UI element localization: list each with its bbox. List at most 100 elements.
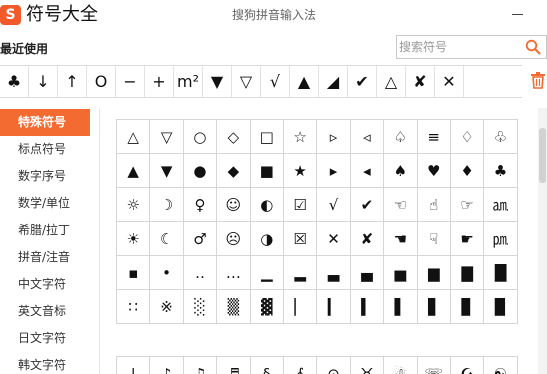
symbol-cell[interactable]: ≡ (417, 120, 451, 154)
sidebar-item[interactable]: 数学/单位 (0, 190, 99, 217)
recent-symbol[interactable]: ♣ (0, 66, 29, 97)
recent-symbol[interactable]: △ (377, 66, 406, 97)
symbol-cell[interactable]: ▹ (317, 120, 351, 154)
sidebar-item[interactable]: 中文字符 (0, 271, 99, 298)
symbol-cell[interactable]: ↓ (117, 357, 151, 374)
symbol-cell[interactable]: ♤ (384, 120, 418, 154)
symbol-cell[interactable]: ♉ (351, 357, 385, 374)
symbol-cell[interactable]: ◃ (350, 120, 385, 154)
symbol-cell[interactable]: ☃ (384, 357, 418, 374)
symbol-cell[interactable]: ☛ (450, 222, 485, 256)
recent-symbol[interactable]: ◢ (319, 66, 348, 97)
symbol-cell[interactable]: ☝ (417, 188, 451, 222)
scrollbar[interactable] (538, 108, 547, 374)
symbol-cell[interactable]: ☚ (384, 222, 418, 256)
symbol-cell[interactable]: ☼ (117, 188, 151, 222)
recent-symbol[interactable]: ✘ (406, 66, 435, 97)
symbol-cell[interactable]: ⊙ (317, 357, 351, 374)
symbol-cell[interactable]: ▪ (117, 256, 151, 290)
symbol-cell[interactable]: ㏘ (484, 222, 518, 256)
recent-symbol[interactable]: ▲ (290, 66, 319, 97)
symbol-cell[interactable]: ∷ (117, 290, 151, 324)
symbol-cell[interactable]: ♠ (384, 154, 418, 188)
symbol-cell[interactable]: ▊ (450, 290, 485, 324)
symbol-cell[interactable]: ㏂ (484, 188, 518, 222)
symbol-cell[interactable]: ✕ (317, 222, 351, 256)
symbol-cell[interactable]: ♀ (183, 188, 218, 222)
symbol-cell[interactable]: ☏ (418, 357, 451, 374)
symbol-cell[interactable]: ▇ (450, 256, 485, 290)
symbol-cell[interactable]: ‥ (183, 256, 218, 290)
symbol-cell[interactable]: ☺ (217, 188, 251, 222)
recent-symbol[interactable]: + (145, 66, 174, 97)
symbol-cell[interactable]: ☟ (417, 222, 451, 256)
symbol-cell[interactable]: ☯ (484, 357, 518, 374)
symbol-cell[interactable]: ☑ (283, 188, 318, 222)
trash-icon[interactable] (530, 71, 546, 89)
recent-symbol[interactable]: ✕ (435, 66, 464, 97)
symbol-cell[interactable]: ▸ (317, 154, 351, 188)
symbol-cell[interactable]: ✘ (350, 222, 385, 256)
symbol-cell[interactable]: ♢ (450, 120, 485, 154)
symbol-cell[interactable]: ● (183, 154, 218, 188)
symbol-cell[interactable]: ☾ (150, 222, 184, 256)
symbol-cell[interactable]: ▎ (317, 290, 351, 324)
symbol-cell[interactable]: ▄ (350, 256, 385, 290)
symbol-cell[interactable]: ☒ (283, 222, 318, 256)
symbol-cell[interactable]: ◇ (217, 120, 251, 154)
sidebar-item[interactable]: 拼音/注音 (0, 244, 99, 271)
symbol-cell[interactable]: ◂ (350, 154, 385, 188)
recent-symbol[interactable]: ↓ (29, 66, 58, 97)
symbol-cell[interactable]: ▏ (283, 290, 318, 324)
symbol-cell[interactable]: ▽ (150, 120, 184, 154)
search-icon[interactable] (525, 39, 541, 55)
symbol-cell[interactable]: ▌ (384, 290, 418, 324)
symbol-cell[interactable]: ▍ (350, 290, 385, 324)
symbol-cell[interactable]: ▁ (250, 256, 284, 290)
symbol-cell[interactable]: √ (317, 188, 351, 222)
sidebar-item[interactable]: 希腊/拉丁 (0, 217, 99, 244)
symbol-cell[interactable]: ✔ (350, 188, 385, 222)
symbol-cell[interactable]: ※ (150, 290, 184, 324)
symbol-cell[interactable]: ★ (283, 154, 318, 188)
search-box[interactable] (396, 35, 547, 59)
recent-symbol[interactable]: ↑ (58, 66, 87, 97)
symbol-cell[interactable]: ▆ (417, 256, 451, 290)
symbol-cell[interactable]: █ (484, 256, 518, 290)
sidebar-item[interactable]: 特殊符号 (0, 109, 90, 136)
recent-symbol[interactable]: m² (174, 66, 203, 97)
minimize-icon[interactable] (512, 14, 523, 15)
symbol-cell[interactable]: ▉ (484, 290, 518, 324)
symbol-cell[interactable]: ♂ (183, 222, 218, 256)
symbol-cell[interactable]: ☞ (450, 188, 485, 222)
symbol-cell[interactable]: ♬ (217, 357, 251, 374)
recent-symbol[interactable]: − (116, 66, 145, 97)
recent-symbol[interactable]: O (87, 66, 116, 97)
symbol-cell[interactable]: ▂ (283, 256, 318, 290)
sidebar-item[interactable]: 日文字符 (0, 325, 99, 352)
symbol-cell[interactable]: ■ (250, 154, 284, 188)
symbol-cell[interactable]: ♧ (484, 120, 518, 154)
symbol-cell[interactable]: ▒ (217, 290, 251, 324)
symbol-cell[interactable]: ☆ (283, 120, 318, 154)
symbol-cell[interactable]: ☜ (384, 188, 418, 222)
symbol-cell[interactable]: ▅ (384, 256, 418, 290)
symbol-cell[interactable]: ▃ (317, 256, 351, 290)
symbol-cell[interactable]: ♣ (484, 154, 518, 188)
sidebar-item[interactable]: 韩文字符 (0, 352, 99, 374)
symbol-cell[interactable]: ☹ (217, 222, 251, 256)
symbol-cell[interactable]: △ (117, 120, 151, 154)
symbol-cell[interactable]: ☽ (150, 188, 184, 222)
sidebar-item[interactable]: 英文音标 (0, 298, 99, 325)
symbol-cell[interactable]: ○ (183, 120, 218, 154)
symbol-cell[interactable]: ♫ (184, 357, 218, 374)
scrollbar-thumb[interactable] (539, 128, 546, 183)
symbol-cell[interactable]: ∮ (284, 357, 318, 374)
symbol-cell[interactable]: ☀ (117, 222, 151, 256)
recent-symbol[interactable]: ✔ (348, 66, 377, 97)
symbol-cell[interactable]: ◐ (250, 188, 284, 222)
symbol-cell[interactable]: ▲ (117, 154, 151, 188)
recent-symbol[interactable]: ▽ (232, 66, 261, 97)
symbol-cell[interactable]: ♥ (417, 154, 451, 188)
symbol-cell[interactable]: ◆ (217, 154, 251, 188)
